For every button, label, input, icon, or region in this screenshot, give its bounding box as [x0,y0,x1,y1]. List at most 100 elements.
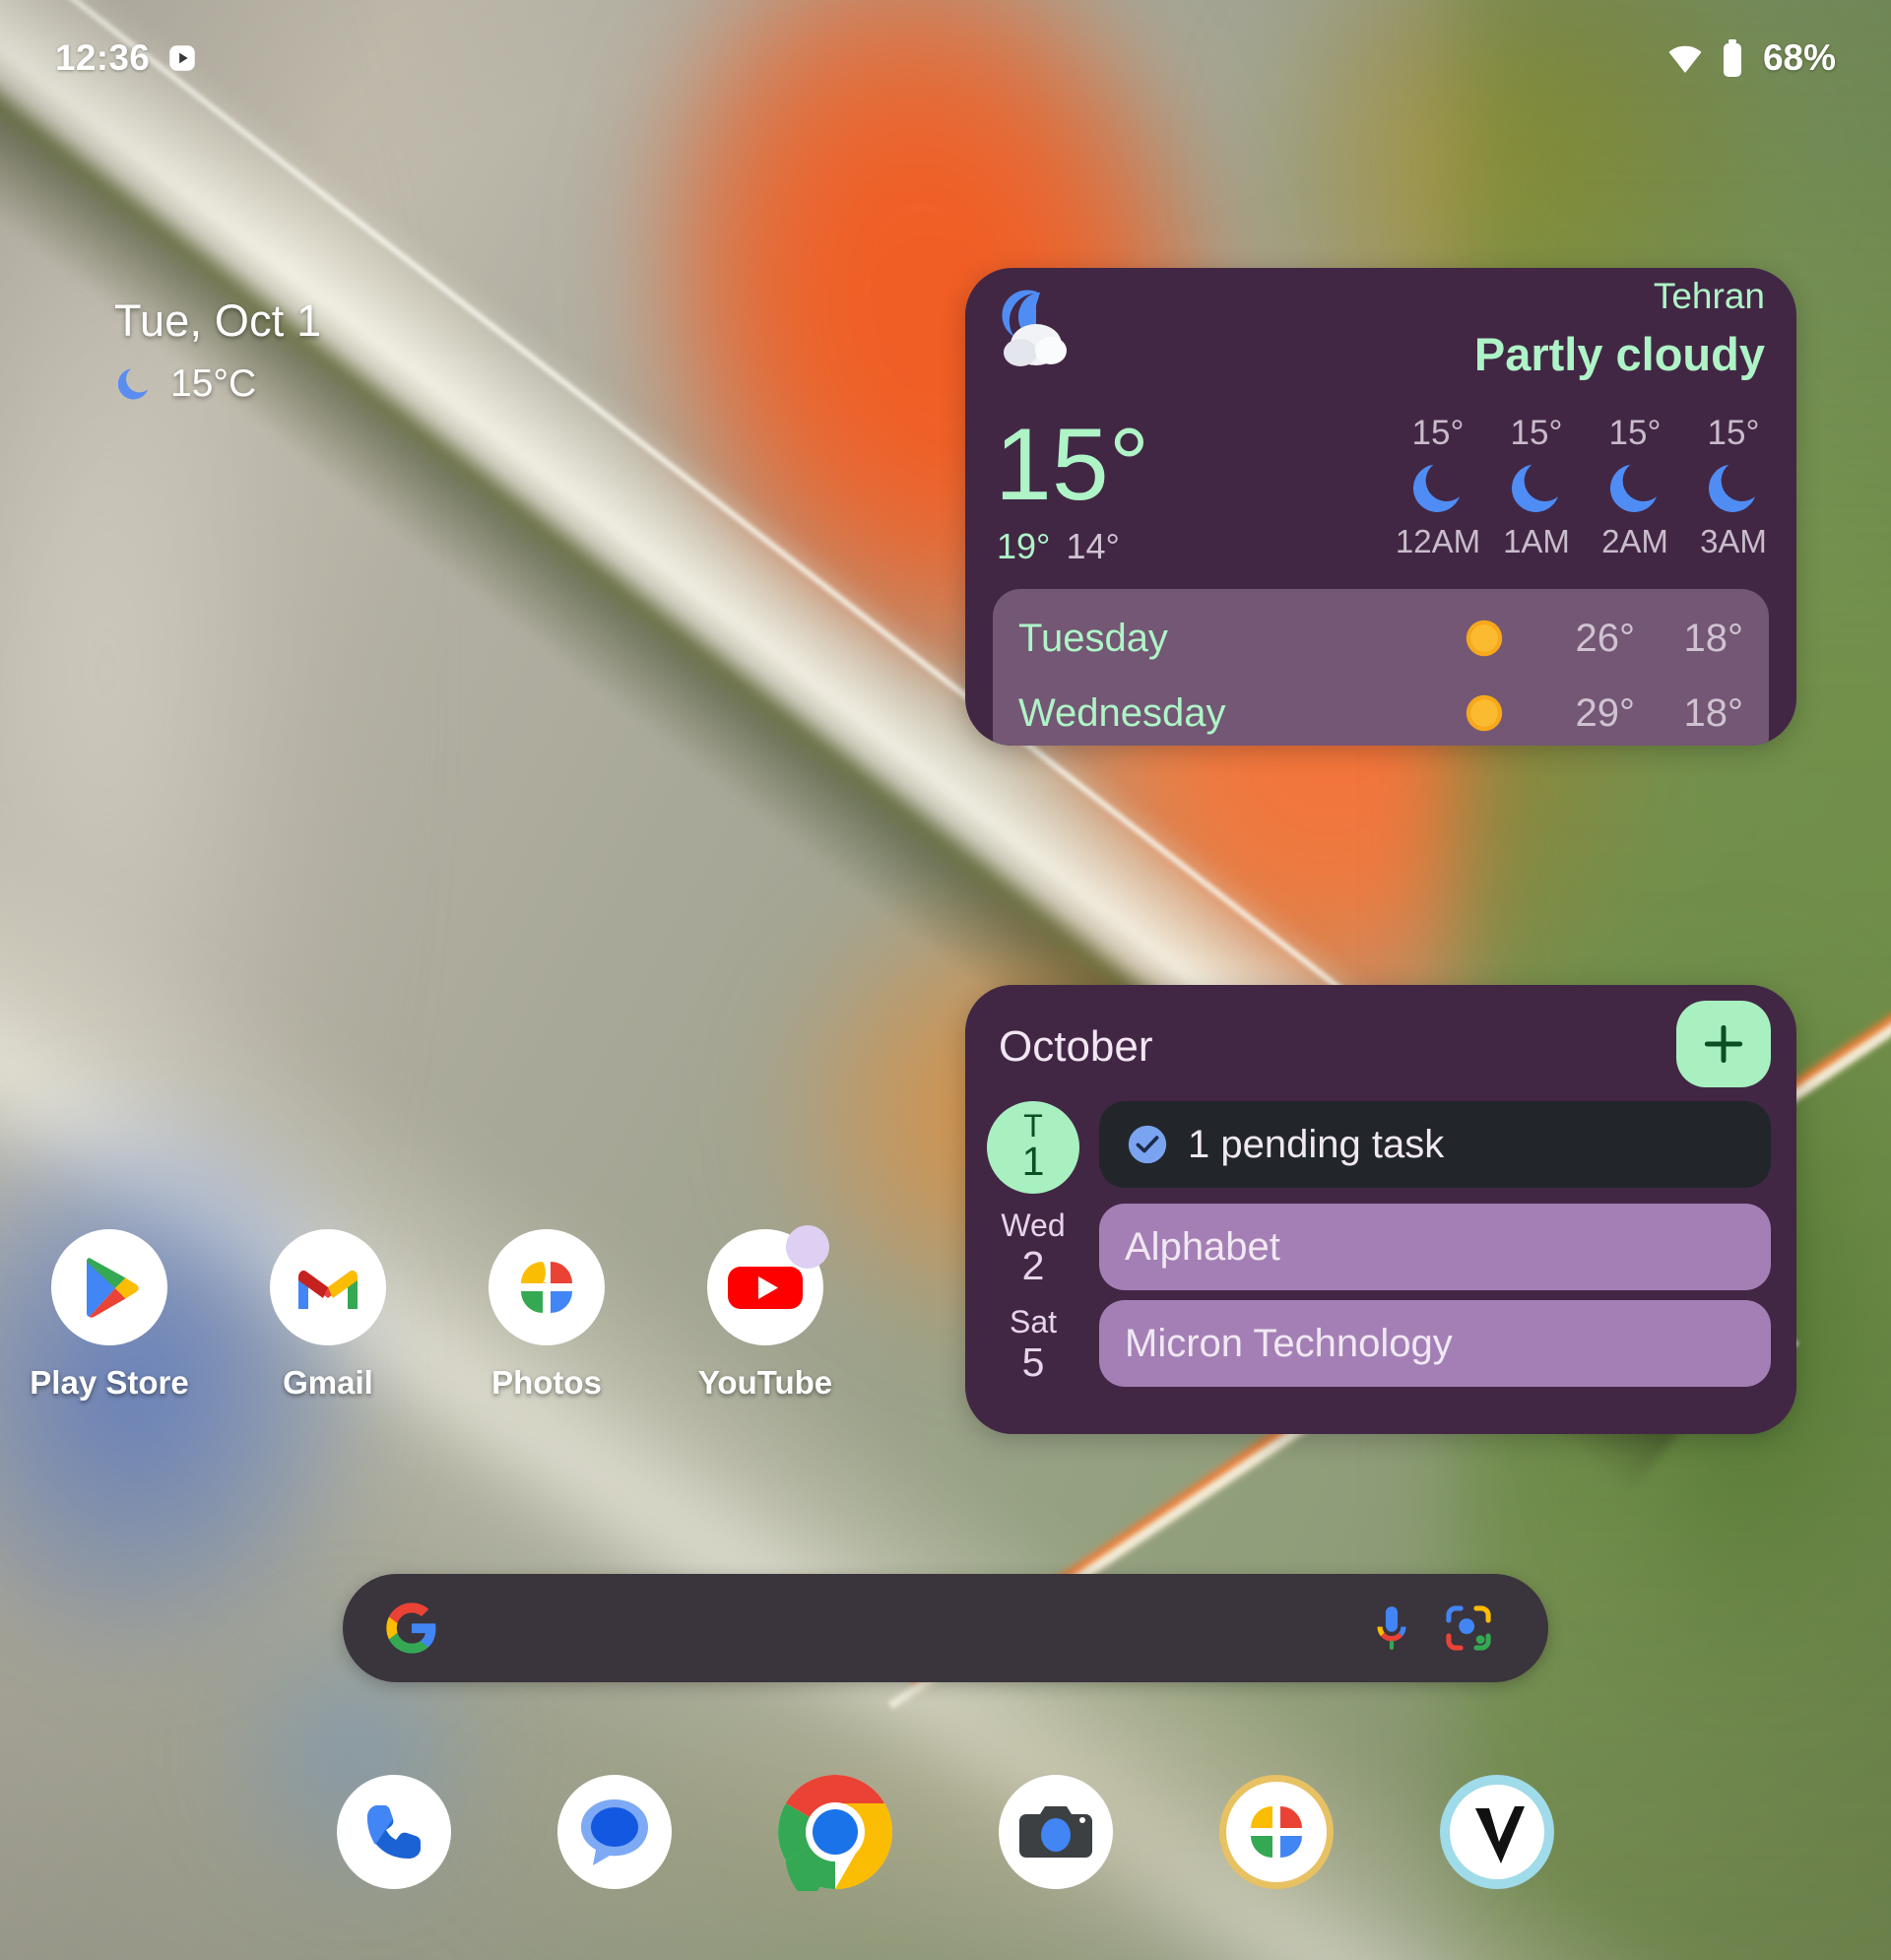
sunny-icon [1442,687,1527,739]
calendar-date-today: T 1 [987,1101,1079,1194]
calendar-widget[interactable]: October T 1 1 pending task Wed 2 Alphabe… [965,985,1796,1434]
hourly-label: 3AM [1700,522,1767,559]
add-event-button[interactable] [1676,1001,1771,1087]
app-label: Play Store [30,1364,189,1401]
crescent-moon-icon [1393,456,1483,521]
hourly-item: 15° 3AM [1688,414,1779,560]
moon-behind-cloud-icon [997,288,1077,372]
dock-app-photos[interactable] [1217,1773,1336,1891]
calendar-date-num: 1 [1021,1139,1045,1185]
pending-task-label: 1 pending task [1188,1122,1445,1166]
google-g-icon [384,1601,439,1656]
weather-current-temp: 15° [995,408,1150,522]
calendar-header: October [965,985,1796,1101]
app-icon-play-store[interactable]: Play Store [0,1229,219,1426]
crescent-moon-icon [1590,456,1680,521]
forecast-row[interactable]: Tuesday 26° 18° [1018,601,1743,676]
check-circle-icon [1125,1122,1170,1167]
weather-location: Tehran [1653,276,1765,316]
microphone-icon[interactable] [1353,1590,1430,1666]
status-bar-left: 12:36 [55,37,199,79]
plus-icon [1699,1019,1748,1069]
crescent-moon-icon [1688,456,1779,521]
glance-date: Tue, Oct 1 [114,295,322,346]
forecast-row[interactable]: Wednesday 29° 18° [1018,676,1743,746]
app-icon-photos[interactable]: Photos [437,1229,656,1426]
dock-app-v2ray[interactable] [1438,1773,1556,1891]
glance-weather[interactable]: 15°C [114,362,321,406]
dock-app-messages[interactable] [555,1773,674,1891]
app-grid: Play Store Gmail Photos YouTube [0,1225,946,1426]
sunny-icon [1442,613,1527,664]
calendar-month: October [999,1022,1153,1071]
app-icon-gmail[interactable]: Gmail [219,1229,437,1426]
forecast-day: Wednesday [1018,690,1226,735]
dock-app-camera[interactable] [997,1773,1115,1891]
at-a-glance[interactable]: Tue, Oct 1 15°C [114,295,321,406]
weather-current: 15° 19° 14° 15° 12AM 15° 1AM 15° 2AM 15°… [965,408,1796,579]
notification-badge-dot [786,1225,829,1269]
google-photos-icon [489,1229,605,1345]
dock-app-chrome[interactable] [776,1773,894,1891]
crescent-moon-icon [114,364,154,404]
calendar-row[interactable]: Wed 2 Alphabet [965,1204,1796,1290]
hourly-temp: 15° [1608,414,1662,452]
youtube-icon [707,1225,829,1345]
calendar-row[interactable]: T 1 1 pending task [965,1101,1796,1194]
hourly-temp: 15° [1411,414,1465,452]
google-search-bar[interactable] [343,1574,1548,1682]
battery-percent: 68% [1762,37,1836,78]
hourly-label: 2AM [1601,522,1668,559]
hourly-item: 15° 12AM [1393,414,1483,560]
forecast-day: Tuesday [1018,616,1168,660]
wifi-icon [1666,39,1704,77]
youtube-play-icon [165,41,199,75]
play-store-icon [51,1229,167,1345]
app-label: YouTube [697,1364,833,1401]
weather-header: Tehran Partly cloudy [965,268,1796,416]
weather-high: 19° [997,526,1051,566]
hourly-label: 1AM [1503,522,1570,559]
hourly-item: 15° 1AM [1491,414,1582,560]
weather-high-low: 19° 14° [997,526,1120,567]
dock [295,1773,1596,1930]
calendar-date-num: 5 [1021,1339,1045,1385]
dock-app-phone[interactable] [335,1773,453,1891]
forecast-low: 18° [1683,616,1744,660]
forecast-low: 18° [1683,690,1744,735]
crescent-moon-icon [1491,456,1582,521]
calendar-event-label: Alphabet [1125,1224,1280,1269]
calendar-row[interactable]: Sat 5 Micron Technology [965,1300,1796,1387]
calendar-event-chip[interactable]: Alphabet [1099,1204,1771,1290]
glance-temperature: 15°C [170,362,257,405]
weather-widget[interactable]: Tehran Partly cloudy 15° 19° 14° 15° 12AM… [965,268,1796,746]
pending-task-chip[interactable]: 1 pending task [1099,1101,1771,1188]
status-bar-clock: 12:36 [55,37,151,78]
app-label: Gmail [283,1364,373,1401]
calendar-event-chip[interactable]: Micron Technology [1099,1300,1771,1387]
calendar-date-dow: Sat [1009,1304,1058,1339]
weather-low: 14° [1066,526,1120,566]
google-lens-icon[interactable] [1430,1590,1507,1666]
weather-forecast-box: Tuesday 26° 18° Wednesday 29° 18° [993,589,1769,746]
hourly-temp: 15° [1707,414,1760,452]
calendar-date-dow: T [1023,1108,1043,1144]
hourly-label: 12AM [1395,522,1481,559]
forecast-high: 26° [1575,616,1636,660]
calendar-date-dow: Wed [1001,1208,1066,1243]
status-bar: 12:36 68% [0,0,1891,116]
calendar-event-label: Micron Technology [1125,1321,1453,1365]
weather-hourly-list: 15° 12AM 15° 1AM 15° 2AM 15° 3AM [1393,414,1779,560]
app-icon-youtube[interactable]: YouTube [656,1225,875,1426]
hourly-temp: 15° [1510,414,1563,452]
weather-condition: Partly cloudy [1473,328,1765,380]
forecast-high: 29° [1575,690,1636,735]
calendar-date: Wed 2 [987,1204,1079,1287]
gmail-icon [270,1229,386,1345]
calendar-date-num: 2 [1021,1242,1045,1288]
app-label: Photos [491,1364,602,1401]
hourly-item: 15° 2AM [1590,414,1680,560]
battery-icon [1720,38,1745,78]
calendar-date: Sat 5 [987,1300,1079,1384]
status-bar-right: 68% [1666,37,1836,79]
